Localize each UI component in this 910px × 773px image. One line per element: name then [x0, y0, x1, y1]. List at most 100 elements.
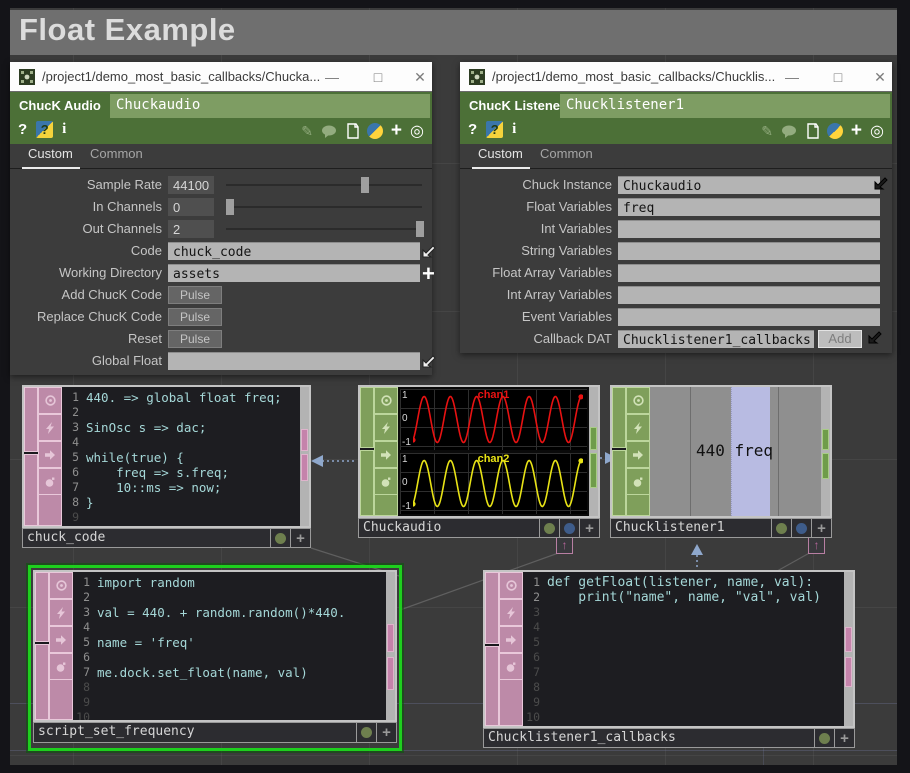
chop-value-viewer[interactable]: 440 freq — [650, 387, 821, 516]
node-add-button[interactable]: + — [291, 528, 311, 548]
help-icon[interactable]: ? — [468, 121, 477, 138]
add-parameter-icon[interactable]: + — [391, 122, 402, 140]
dock-flag-icon[interactable] — [374, 441, 398, 468]
bypass-flag-icon[interactable] — [626, 414, 650, 441]
operator-name-field[interactable]: Chucklistener1 — [560, 94, 890, 118]
comment-edit-icon[interactable]: ✎ — [761, 123, 773, 140]
pulse-button[interactable]: Pulse — [168, 330, 222, 348]
param-slider[interactable] — [226, 228, 422, 230]
bypass-flag-icon[interactable] — [499, 599, 523, 626]
pulse-button[interactable]: Pulse — [168, 308, 222, 326]
python-help-icon[interactable]: ? — [36, 121, 53, 138]
export-arrow-icon[interactable] — [420, 352, 438, 370]
pin-target-icon[interactable]: ◎ — [410, 121, 424, 141]
bypass-flag-icon[interactable] — [49, 599, 73, 626]
param-ref-field[interactable] — [168, 352, 420, 370]
dock-expand-button[interactable]: ↑ — [808, 537, 825, 554]
export-arrow-filled-icon[interactable] — [872, 174, 890, 192]
param-text-field[interactable] — [618, 308, 880, 326]
viewer-flag-icon[interactable] — [626, 387, 650, 414]
tab-custom[interactable]: Custom — [478, 146, 523, 161]
param-value-field[interactable]: 44100 — [168, 176, 214, 194]
param-text-field[interactable] — [618, 264, 880, 282]
node-name[interactable]: Chucklistener1 — [610, 518, 772, 538]
minimize-button[interactable]: — — [322, 67, 342, 87]
dock-flag-icon[interactable] — [38, 441, 62, 468]
export-arrow-icon[interactable] — [420, 242, 438, 260]
param-ref-field[interactable]: Chucklistener1_callbacks — [618, 330, 814, 348]
node-connector-strip[interactable] — [485, 572, 499, 726]
dock-expand-button[interactable]: ↑ — [556, 537, 573, 554]
export-arrow-filled-icon[interactable] — [866, 328, 884, 346]
cook-flag-icon[interactable] — [499, 653, 523, 680]
dat-code-viewer[interactable]: 1def getFloat(listener, name, val): 2 pr… — [523, 572, 844, 726]
dat-code-viewer[interactable]: 1440. => global float freq; 2 3SinOsc s … — [62, 387, 300, 526]
dock-flag-icon[interactable] — [49, 626, 73, 653]
window-titlebar[interactable]: /project1/demo_most_basic_callbacks/Chuc… — [460, 62, 892, 92]
param-ref-field[interactable]: assets — [168, 264, 420, 282]
dat-code-viewer[interactable]: 1import random 2 3val = 440. + random.ra… — [73, 572, 386, 720]
node-name[interactable]: Chucklistener1_callbacks — [483, 728, 815, 748]
node-connector-strip[interactable] — [612, 387, 626, 516]
tab-custom[interactable]: Custom — [28, 146, 73, 161]
add-parameter-icon[interactable]: + — [851, 122, 862, 140]
slider-handle[interactable] — [226, 199, 234, 215]
node-name[interactable]: Chuckaudio — [358, 518, 540, 538]
param-slider[interactable] — [226, 184, 422, 186]
param-ref-field[interactable]: chuck_code — [168, 242, 420, 260]
node-output-strip[interactable] — [300, 387, 309, 526]
cook-flag-icon[interactable] — [626, 468, 650, 495]
python-expressions-icon[interactable] — [827, 123, 843, 139]
minimize-button[interactable]: — — [782, 67, 802, 87]
node-add-button[interactable]: + — [812, 518, 832, 538]
slider-handle[interactable] — [416, 221, 424, 237]
param-text-field[interactable] — [618, 286, 880, 304]
cook-flag-icon[interactable] — [38, 468, 62, 495]
info-icon[interactable]: i — [62, 121, 66, 138]
comment-edit-icon[interactable]: ✎ — [301, 123, 313, 140]
param-text-field[interactable] — [618, 220, 880, 238]
viewer-flag-icon[interactable] — [499, 572, 523, 599]
comment-bubble-icon[interactable] — [321, 125, 337, 138]
node-chuckaudio[interactable]: chan1 1 0 -1 chan2 1 0 -1 — [358, 385, 600, 538]
node-viewer-toggle[interactable] — [271, 528, 291, 548]
node-chuck-code[interactable]: 1440. => global float freq; 2 3SinOsc s … — [22, 385, 311, 548]
maximize-button[interactable]: □ — [828, 67, 848, 87]
window-titlebar[interactable]: /project1/demo_most_basic_callbacks/Chuc… — [10, 62, 432, 92]
viewer-flag-icon[interactable] — [374, 387, 398, 414]
help-icon[interactable]: ? — [18, 121, 27, 138]
node-add-button[interactable]: + — [580, 518, 600, 538]
pulse-button[interactable]: Pulse — [168, 286, 222, 304]
python-expressions-icon[interactable] — [367, 123, 383, 139]
info-icon[interactable]: i — [512, 121, 516, 138]
copy-parameters-icon[interactable] — [805, 123, 819, 139]
bypass-flag-icon[interactable] — [374, 414, 398, 441]
dock-flag-icon[interactable] — [499, 626, 523, 653]
slider-handle[interactable] — [361, 177, 369, 193]
close-button[interactable]: ✕ — [410, 67, 430, 87]
node-connector-strip[interactable] — [35, 572, 49, 720]
param-value-field[interactable]: 0 — [168, 198, 214, 216]
node-script-set-frequency[interactable]: 1import random 2 3val = 440. + random.ra… — [33, 570, 397, 743]
node-output-strip[interactable] — [589, 387, 598, 516]
node-audio-toggle[interactable] — [792, 518, 812, 538]
node-connector-strip[interactable] — [360, 387, 374, 516]
node-name[interactable]: chuck_code — [22, 528, 271, 548]
node-output-strip[interactable] — [386, 572, 395, 720]
pin-target-icon[interactable]: ◎ — [870, 121, 884, 141]
param-text-field[interactable]: freq — [618, 198, 880, 216]
node-audio-toggle[interactable] — [560, 518, 580, 538]
folder-add-icon[interactable]: + — [422, 261, 435, 287]
bypass-flag-icon[interactable] — [38, 414, 62, 441]
comment-bubble-icon[interactable] — [781, 125, 797, 138]
add-callback-button[interactable]: Add — [818, 330, 862, 348]
close-button[interactable]: ✕ — [870, 67, 890, 87]
node-viewer-toggle[interactable] — [772, 518, 792, 538]
cook-flag-icon[interactable] — [49, 653, 73, 680]
viewer-flag-icon[interactable] — [49, 572, 73, 599]
copy-parameters-icon[interactable] — [345, 123, 359, 139]
chop-scope-viewer[interactable]: chan1 1 0 -1 chan2 1 0 -1 — [398, 387, 589, 516]
node-connector-strip[interactable] — [24, 387, 38, 526]
node-viewer-toggle[interactable] — [357, 722, 377, 743]
node-name[interactable]: script_set_frequency — [33, 722, 357, 743]
